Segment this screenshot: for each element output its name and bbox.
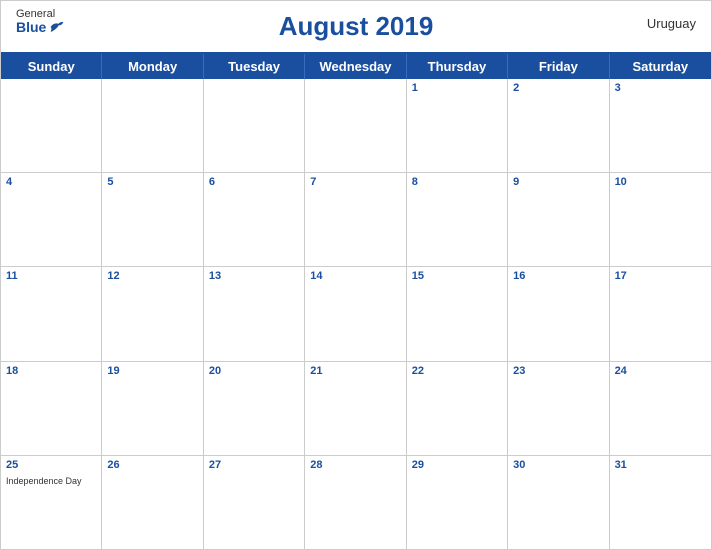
day-cell: 31 — [610, 456, 711, 549]
day-cell: 12 — [102, 267, 203, 360]
day-cell: 8 — [407, 173, 508, 266]
day-number: 20 — [209, 365, 299, 377]
day-header-wednesday: Wednesday — [305, 54, 406, 79]
day-number: 2 — [513, 82, 603, 94]
day-number: 16 — [513, 270, 603, 282]
day-cell: 17 — [610, 267, 711, 360]
day-cell: 15 — [407, 267, 508, 360]
day-header-thursday: Thursday — [407, 54, 508, 79]
week-row-5: 25 Independence Day 26 27 28 29 30 31 — [1, 456, 711, 549]
day-number: 3 — [615, 82, 706, 94]
day-header-saturday: Saturday — [610, 54, 711, 79]
logo-area: General Blue — [16, 9, 65, 34]
calendar-container: General Blue August 2019 Uruguay SundayM… — [0, 0, 712, 550]
day-cell: 20 — [204, 362, 305, 455]
day-number: 27 — [209, 459, 299, 471]
day-header-friday: Friday — [508, 54, 609, 79]
day-cell — [102, 79, 203, 172]
day-cell: 23 — [508, 362, 609, 455]
calendar-grid: SundayMondayTuesdayWednesdayThursdayFrid… — [1, 52, 711, 549]
day-cell: 4 — [1, 173, 102, 266]
day-cell: 25 Independence Day — [1, 456, 102, 549]
day-cell: 13 — [204, 267, 305, 360]
day-cell: 14 — [305, 267, 406, 360]
day-cell — [1, 79, 102, 172]
day-number: 26 — [107, 459, 197, 471]
day-cell: 26 — [102, 456, 203, 549]
day-number: 22 — [412, 365, 502, 377]
day-cell: 9 — [508, 173, 609, 266]
week-row-3: 11 12 13 14 15 16 17 — [1, 267, 711, 361]
week-row-4: 18 19 20 21 22 23 24 — [1, 362, 711, 456]
day-cell: 16 — [508, 267, 609, 360]
day-cell — [305, 79, 406, 172]
calendar-title: August 2019 — [279, 11, 434, 42]
day-cell: 28 — [305, 456, 406, 549]
day-cell: 18 — [1, 362, 102, 455]
country-label: Uruguay — [647, 16, 696, 31]
day-number: 30 — [513, 459, 603, 471]
day-cell: 24 — [610, 362, 711, 455]
day-number: 11 — [6, 270, 96, 282]
day-number: 8 — [412, 176, 502, 188]
day-number: 23 — [513, 365, 603, 377]
day-cell: 5 — [102, 173, 203, 266]
day-number: 19 — [107, 365, 197, 377]
day-number: 13 — [209, 270, 299, 282]
calendar-weeks: 1234567891011121314151617181920212223242… — [1, 79, 711, 549]
day-number: 24 — [615, 365, 706, 377]
day-cell: 6 — [204, 173, 305, 266]
day-number: 4 — [6, 176, 96, 188]
day-header-tuesday: Tuesday — [204, 54, 305, 79]
day-cell: 27 — [204, 456, 305, 549]
day-number: 7 — [310, 176, 400, 188]
day-header-sunday: Sunday — [1, 54, 102, 79]
day-number: 28 — [310, 459, 400, 471]
day-number: 29 — [412, 459, 502, 471]
day-number: 10 — [615, 176, 706, 188]
day-cell: 1 — [407, 79, 508, 172]
week-row-2: 456789 10 — [1, 173, 711, 267]
day-number: 14 — [310, 270, 400, 282]
day-number: 1 — [412, 82, 502, 94]
calendar-header: General Blue August 2019 Uruguay — [1, 1, 711, 52]
logo-bird-icon — [49, 20, 65, 34]
week-row-1: 123 — [1, 79, 711, 173]
day-header-monday: Monday — [102, 54, 203, 79]
day-cell: 29 — [407, 456, 508, 549]
day-cell: 2 — [508, 79, 609, 172]
day-number: 17 — [615, 270, 706, 282]
day-cell: 10 — [610, 173, 711, 266]
day-number: 6 — [209, 176, 299, 188]
logo-blue-text: Blue — [16, 20, 65, 34]
day-cell: 22 — [407, 362, 508, 455]
day-cell: 11 — [1, 267, 102, 360]
day-number: 21 — [310, 365, 400, 377]
day-cell: 21 — [305, 362, 406, 455]
day-headers-row: SundayMondayTuesdayWednesdayThursdayFrid… — [1, 54, 711, 79]
day-event: Independence Day — [6, 476, 82, 486]
day-cell: 7 — [305, 173, 406, 266]
day-cell: 30 — [508, 456, 609, 549]
day-number: 12 — [107, 270, 197, 282]
day-cell: 3 — [610, 79, 711, 172]
day-number: 15 — [412, 270, 502, 282]
day-number: 31 — [615, 459, 706, 471]
day-cell: 19 — [102, 362, 203, 455]
day-number: 9 — [513, 176, 603, 188]
day-number: 25 — [6, 459, 96, 471]
day-cell — [204, 79, 305, 172]
day-number: 5 — [107, 176, 197, 188]
day-number: 18 — [6, 365, 96, 377]
